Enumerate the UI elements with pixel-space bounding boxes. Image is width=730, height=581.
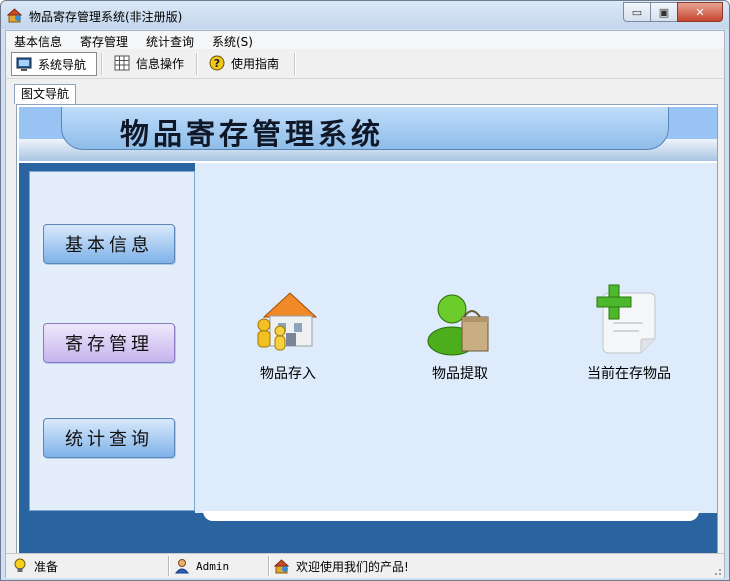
svg-text:?: ? xyxy=(214,57,220,70)
status-separator xyxy=(268,556,270,576)
restore-icon: ▣ xyxy=(658,5,670,19)
toolbar-separator xyxy=(294,53,296,75)
sidebar-button-basic-info[interactable]: 基本信息 xyxy=(43,224,175,264)
help-icon: ? xyxy=(209,55,225,71)
nav-panel: 物品寄存管理系统 基本信息 寄存管理 统计查询 物品存入 物品提取 当前在存物品 xyxy=(16,104,718,568)
close-icon: ✕ xyxy=(695,5,705,19)
banner-plate: 物品寄存管理系统 xyxy=(61,107,669,151)
resize-grip-icon[interactable] xyxy=(712,566,722,576)
feature-current-items[interactable]: 当前在存物品 xyxy=(569,283,689,383)
menu-system[interactable]: 系统(S) xyxy=(212,33,253,50)
status-user: Admin xyxy=(174,557,229,575)
status-bar: 准备 Admin 欢迎使用我们的产品! xyxy=(6,553,724,578)
minimize-button[interactable]: ▭ xyxy=(623,2,651,22)
grid-icon xyxy=(114,55,130,71)
status-username: Admin xyxy=(196,559,230,573)
tab-strip: 图文导航 xyxy=(6,81,724,104)
minimize-icon: ▭ xyxy=(631,5,643,19)
feature-area: 物品存入 物品提取 当前在存物品 xyxy=(195,163,717,513)
toolbar-system-nav[interactable]: 系统导航 xyxy=(11,52,97,76)
toolbar-info-ops-label: 信息操作 xyxy=(136,56,185,71)
status-text: 准备 xyxy=(34,559,59,574)
toolbar-separator xyxy=(101,53,103,75)
feature-deposit[interactable]: 物品存入 xyxy=(245,283,331,383)
restore-button[interactable]: ▣ xyxy=(650,2,678,22)
app-icon xyxy=(274,559,290,574)
sidebar: 基本信息 寄存管理 统计查询 xyxy=(29,171,195,511)
feature-current-items-label: 当前在存物品 xyxy=(587,366,671,382)
toolbar: 系统导航 信息操作 ? 使用指南 xyxy=(6,50,724,79)
banner-title: 物品寄存管理系统 xyxy=(120,117,385,151)
house-people-icon xyxy=(257,292,318,351)
status-ready: 准备 xyxy=(12,557,58,575)
toolbar-user-guide-label: 使用指南 xyxy=(231,56,280,71)
close-button[interactable]: ✕ xyxy=(677,2,723,22)
window-controls: ▭ ▣ ✕ xyxy=(623,2,723,22)
feature-withdraw-label: 物品提取 xyxy=(432,366,488,382)
user-bag-icon xyxy=(427,294,489,356)
banner: 物品寄存管理系统 xyxy=(19,107,717,163)
menu-bar: 基本信息 寄存管理 统计查询 系统(S) xyxy=(6,31,724,49)
sidebar-button-statistics[interactable]: 统计查询 xyxy=(43,418,175,458)
document-add-icon xyxy=(596,284,656,354)
feature-area-footer-plate xyxy=(203,511,699,521)
toolbar-separator xyxy=(196,53,198,75)
nav-stage: 物品寄存管理系统 基本信息 寄存管理 统计查询 物品存入 物品提取 当前在存物品 xyxy=(19,107,717,563)
title-bar[interactable]: 物品寄存管理系统(非注册版) ▭ ▣ ✕ xyxy=(1,1,729,29)
app-window: 物品寄存管理系统(非注册版) ▭ ▣ ✕ 基本信息 寄存管理 统计查询 系统(S… xyxy=(0,0,730,581)
lightbulb-icon xyxy=(14,558,26,572)
feature-deposit-label: 物品存入 xyxy=(260,366,316,382)
client-area: 基本信息 寄存管理 统计查询 系统(S) 系统导航 信息操作 ? 使用指南 图文… xyxy=(5,30,725,578)
menu-basic-info[interactable]: 基本信息 xyxy=(14,33,62,50)
status-message-text: 欢迎使用我们的产品! xyxy=(296,559,409,574)
toolbar-system-nav-label: 系统导航 xyxy=(38,57,87,72)
menu-storage[interactable]: 寄存管理 xyxy=(80,33,128,50)
status-message: 欢迎使用我们的产品! xyxy=(274,557,409,575)
tab-graphic-nav[interactable]: 图文导航 xyxy=(14,84,77,104)
toolbar-user-guide[interactable]: ? 使用指南 xyxy=(205,52,289,74)
toolbar-info-ops[interactable]: 信息操作 xyxy=(110,52,190,74)
window-title: 物品寄存管理系统(非注册版) xyxy=(29,10,183,24)
menu-statistics[interactable]: 统计查询 xyxy=(146,33,194,50)
sidebar-button-storage[interactable]: 寄存管理 xyxy=(43,323,175,363)
user-icon xyxy=(174,559,190,574)
monitor-icon xyxy=(16,57,32,71)
feature-withdraw[interactable]: 物品提取 xyxy=(417,283,503,383)
app-icon xyxy=(7,8,23,23)
status-separator xyxy=(168,556,170,576)
